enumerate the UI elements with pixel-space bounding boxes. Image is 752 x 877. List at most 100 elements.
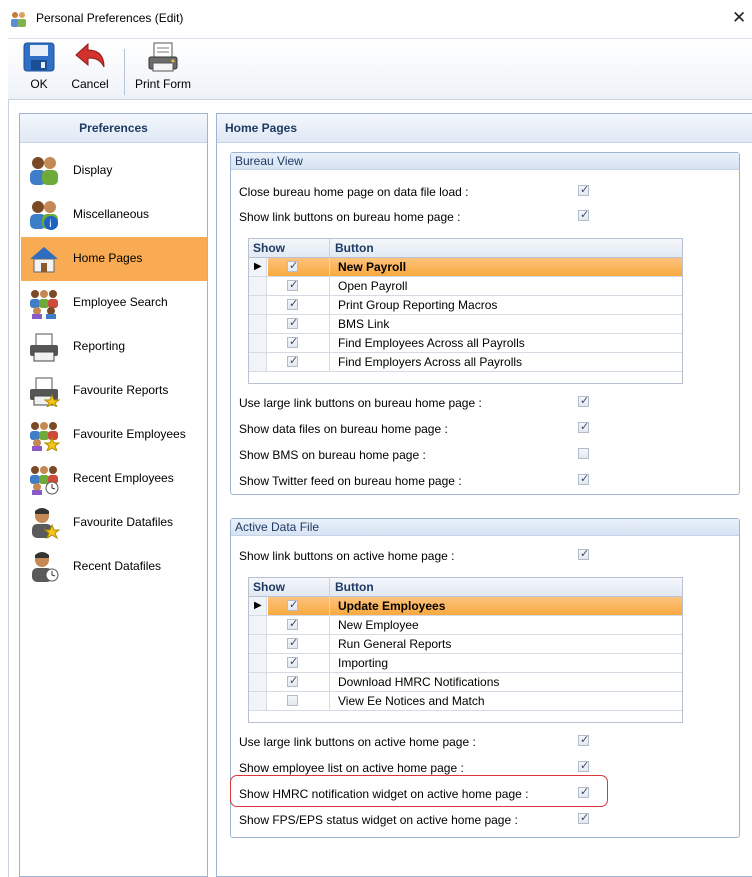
sidebar-item-reporting[interactable]: Reporting	[21, 325, 207, 369]
row-button-name: Find Employers Across all Payrolls	[338, 355, 523, 369]
bureau-twitter-feed-checkbox[interactable]: ✓	[578, 473, 589, 485]
window-left-edge	[8, 100, 9, 877]
row-selector[interactable]	[249, 692, 267, 710]
row-show-checkbox[interactable]: ✓	[287, 279, 298, 291]
row-show-checkbox[interactable]: ✓	[287, 260, 298, 272]
row-show-checkbox[interactable]: ✓	[287, 355, 298, 367]
undo-arrow-icon	[75, 42, 105, 68]
sidebar-item-favourite-datafiles[interactable]: Favourite Datafiles	[21, 501, 207, 545]
users-icon	[30, 157, 58, 185]
active-employee-list-checkbox[interactable]: ✓	[578, 760, 589, 772]
table-row[interactable]: ✓ Find Employees Across all Payrolls	[249, 334, 682, 353]
grid-header: Show Button	[249, 578, 682, 597]
sidebar-item-miscellaneous[interactable]: i Miscellaneous	[21, 193, 207, 237]
table-row[interactable]: ✓ Importing	[249, 654, 682, 673]
preferences-sidebar: Preferences Display i Miscellaneous Home…	[19, 113, 208, 877]
row-button-name: Update Employees	[338, 599, 446, 613]
row-selector[interactable]	[249, 315, 267, 333]
fps-eps-status-widget-checkbox[interactable]: ✓	[578, 812, 589, 824]
panel-title: Home Pages	[217, 114, 752, 143]
column-header-show[interactable]: Show	[253, 580, 285, 594]
close-bureau-on-load-checkbox[interactable]: ✓	[578, 184, 589, 196]
row-button-name: Download HMRC Notifications	[338, 675, 500, 689]
column-divider	[329, 578, 330, 597]
table-row[interactable]: ✓ New Employee	[249, 616, 682, 635]
row-selector[interactable]	[249, 277, 267, 295]
row-selector[interactable]	[249, 616, 267, 634]
row-show-checkbox[interactable]	[287, 695, 298, 706]
row-show-checkbox[interactable]: ✓	[287, 675, 298, 687]
row-selector[interactable]	[249, 353, 267, 371]
sidebar-item-favourite-reports[interactable]: Favourite Reports	[21, 369, 207, 413]
table-row[interactable]: ✓ BMS Link	[249, 315, 682, 334]
row-button-name: Run General Reports	[338, 637, 452, 651]
table-row[interactable]: ✓ Find Employers Across all Payrolls	[249, 353, 682, 372]
row-selector[interactable]	[249, 296, 267, 314]
row-show-checkbox[interactable]: ✓	[287, 599, 298, 611]
table-row[interactable]: ✓ Open Payroll	[249, 277, 682, 296]
users-info-icon: i	[30, 201, 58, 230]
table-row[interactable]: ✓ Download HMRC Notifications	[249, 673, 682, 692]
close-icon[interactable]: ✕	[732, 8, 746, 28]
sidebar-item-employee-search[interactable]: Employee Search	[21, 281, 207, 325]
bureau-bms-checkbox[interactable]	[578, 448, 589, 459]
table-row[interactable]: ✓ Run General Reports	[249, 635, 682, 654]
row-show-checkbox[interactable]: ✓	[287, 298, 298, 310]
row-selector[interactable]: ▶	[249, 597, 267, 615]
active-large-link-buttons-checkbox[interactable]: ✓	[578, 734, 589, 746]
row-selector[interactable]	[249, 635, 267, 653]
row-show-checkbox[interactable]: ✓	[287, 336, 298, 348]
row-selector[interactable]	[249, 334, 267, 352]
row-selector[interactable]: ▶	[249, 258, 267, 276]
row-button-name: View Ee Notices and Match	[338, 694, 485, 708]
hmrc-option-highlight	[230, 775, 608, 807]
bureau-view-title: Bureau View	[231, 153, 739, 170]
option-label: Show link buttons on bureau home page :	[239, 210, 461, 224]
group-star-icon	[30, 422, 61, 451]
show-active-link-buttons-checkbox[interactable]: ✓	[578, 548, 589, 560]
print-form-button[interactable]: Print Form	[128, 39, 198, 99]
row-selector[interactable]	[249, 673, 267, 691]
option-label: Use large link buttons on active home pa…	[239, 735, 476, 749]
row-selector[interactable]	[249, 654, 267, 672]
cancel-button[interactable]: Cancel	[64, 39, 116, 99]
table-row[interactable]: ▶ ✓ New Payroll	[249, 258, 682, 277]
sidebar-item-favourite-employees[interactable]: Favourite Employees	[21, 413, 207, 457]
option-label: Show data files on bureau home page :	[239, 422, 448, 436]
option-label: Show BMS on bureau home page :	[239, 448, 426, 462]
sidebar-item-recent-datafiles[interactable]: Recent Datafiles	[21, 545, 207, 589]
row-show-checkbox[interactable]: ✓	[287, 637, 298, 649]
bureau-data-files-checkbox[interactable]: ✓	[578, 421, 589, 433]
user-star-icon	[32, 508, 61, 539]
column-header-button[interactable]: Button	[335, 241, 374, 255]
table-row[interactable]: ▶ ✓ Update Employees	[249, 597, 682, 616]
column-header-show[interactable]: Show	[253, 241, 285, 255]
show-bureau-link-buttons-checkbox[interactable]: ✓	[578, 209, 589, 221]
bureau-large-link-buttons-checkbox[interactable]: ✓	[578, 395, 589, 407]
row-button-name: New Employee	[338, 618, 419, 632]
current-row-arrow-icon: ▶	[254, 600, 262, 611]
option-label: Show FPS/EPS status widget on active hom…	[239, 813, 518, 827]
save-disk-icon	[23, 42, 55, 72]
column-header-button[interactable]: Button	[335, 580, 374, 594]
sidebar-item-recent-employees[interactable]: Recent Employees	[21, 457, 207, 501]
row-button-name: Open Payroll	[338, 279, 408, 293]
row-button-name: Find Employees Across all Payrolls	[338, 336, 525, 350]
column-divider	[329, 239, 330, 258]
row-button-name: BMS Link	[338, 317, 390, 331]
employee-search-icon	[30, 290, 58, 319]
row-show-checkbox[interactable]: ✓	[287, 317, 298, 329]
sidebar-item-home-pages[interactable]: Home Pages	[21, 237, 207, 281]
grid-header: Show Button	[249, 239, 682, 258]
ok-button[interactable]: OK	[16, 39, 62, 99]
sidebar-item-display[interactable]: Display	[21, 149, 207, 193]
row-button-name: Print Group Reporting Macros	[338, 298, 498, 312]
bureau-view-group: Bureau View Close bureau home page on da…	[230, 152, 740, 495]
option-label: Show link buttons on active home page :	[239, 549, 455, 563]
option-label: Close bureau home page on data file load…	[239, 185, 469, 199]
row-show-checkbox[interactable]: ✓	[287, 618, 298, 630]
table-row[interactable]: View Ee Notices and Match	[249, 692, 682, 711]
row-button-name: Importing	[338, 656, 389, 670]
table-row[interactable]: ✓ Print Group Reporting Macros	[249, 296, 682, 315]
row-show-checkbox[interactable]: ✓	[287, 656, 298, 668]
